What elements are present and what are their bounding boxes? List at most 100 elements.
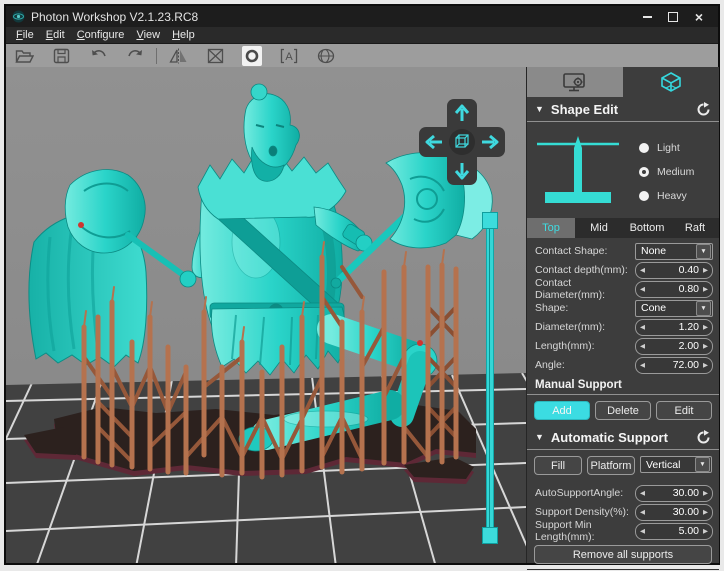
menu-file[interactable]: File (10, 29, 40, 41)
subtab-bottom[interactable]: Bottom (623, 218, 671, 238)
maximize-icon (668, 12, 678, 22)
spinner-decrease-icon[interactable]: ◀ (636, 358, 649, 373)
contact-shape-dropdown[interactable]: None ▼ (635, 243, 713, 260)
redo-icon[interactable] (125, 46, 145, 66)
spinner-decrease-icon[interactable]: ◀ (636, 505, 649, 520)
viewport-3d[interactable] (6, 67, 526, 563)
support-min-length-spinner[interactable]: ◀ 5.00 ▶ (635, 523, 713, 540)
field-label: Shape: (535, 302, 635, 314)
spinner-increase-icon[interactable]: ▶ (699, 358, 712, 373)
scale-icon[interactable] (205, 46, 225, 66)
slider-top-handle[interactable] (482, 212, 498, 229)
shape-dropdown[interactable]: Cone ▼ (635, 300, 713, 317)
refresh-icon[interactable] (696, 430, 711, 445)
divider (527, 449, 719, 450)
minimize-button[interactable] (634, 9, 660, 25)
mirror-icon[interactable] (168, 46, 188, 66)
sphere-view-icon[interactable] (316, 46, 336, 66)
density-option-heavy[interactable]: Heavy (639, 190, 711, 202)
rotate-right-arrow[interactable] (478, 130, 502, 154)
slider-track[interactable] (486, 218, 494, 540)
automatic-support-header[interactable]: ▼ Automatic Support (527, 425, 719, 449)
field-row: AutoSupportAngle: ◀ 30.00 ▶ (535, 484, 713, 502)
spinner-increase-icon[interactable]: ▶ (699, 263, 712, 278)
field-row: Contact Diameter(mm): ◀ 0.80 ▶ (535, 280, 713, 298)
spinner-increase-icon[interactable]: ▶ (699, 320, 712, 335)
spinner-increase-icon[interactable]: ▶ (699, 486, 712, 501)
subtab-mid[interactable]: Mid (575, 218, 623, 238)
open-file-icon[interactable] (14, 46, 34, 66)
menu-edit[interactable]: Edit (40, 29, 71, 41)
angle-spinner[interactable]: ◀ 72.00 ▶ (635, 357, 713, 374)
length-spinner[interactable]: ◀ 2.00 ▶ (635, 338, 713, 355)
field-label: Support Min Length(mm): (535, 519, 635, 543)
close-button[interactable]: × (686, 9, 712, 25)
collapse-triangle-icon[interactable]: ▼ (535, 104, 544, 114)
density-option-light[interactable]: Light (639, 142, 711, 154)
subtab-raft[interactable]: Raft (671, 218, 719, 238)
dropdown-arrow-icon[interactable]: ▼ (696, 244, 711, 259)
collapse-triangle-icon[interactable]: ▼ (535, 432, 544, 442)
spinner-decrease-icon[interactable]: ◀ (636, 320, 649, 335)
diameter-spinner[interactable]: ◀ 1.20 ▶ (635, 319, 713, 336)
support-section-tabs: Top Mid Bottom Raft (527, 218, 719, 238)
spinner-decrease-icon[interactable]: ◀ (636, 524, 649, 539)
auto-support-angle-spinner[interactable]: ◀ 30.00 ▶ (635, 485, 713, 502)
slice-settings-icon (659, 71, 683, 93)
rotate-up-arrow[interactable] (450, 101, 474, 125)
contact-diameter-spinner[interactable]: ◀ 0.80 ▶ (635, 281, 713, 298)
dropdown-arrow-icon[interactable]: ▼ (696, 301, 711, 316)
radio-label: Light (657, 142, 680, 154)
remove-all-supports-button[interactable]: Remove all supports (534, 545, 712, 564)
text-tool-icon[interactable]: A (279, 46, 299, 66)
menu-configure[interactable]: Configure (71, 29, 131, 41)
radio-label: Medium (657, 166, 694, 178)
rotate-left-arrow[interactable] (422, 130, 446, 154)
layer-range-slider (482, 212, 496, 544)
field-label: Contact Shape: (535, 245, 635, 257)
add-support-button[interactable]: Add (534, 401, 590, 420)
tab-slice-settings[interactable] (623, 67, 719, 97)
spinner-increase-icon[interactable]: ▶ (699, 339, 712, 354)
menu-help[interactable]: Help (166, 29, 201, 41)
refresh-icon[interactable] (696, 102, 711, 117)
spinner-increase-icon[interactable]: ▶ (699, 282, 712, 297)
field-row: Contact Shape: None ▼ (535, 242, 713, 260)
fill-button[interactable]: Fill (534, 456, 582, 475)
spinner-decrease-icon[interactable]: ◀ (636, 263, 649, 278)
edit-support-button[interactable]: Edit (656, 401, 712, 420)
platform-button[interactable]: Platform (587, 456, 635, 475)
shape-edit-form: Contact Shape: None ▼ Contact depth(mm):… (527, 238, 719, 375)
spinner-decrease-icon[interactable]: ◀ (636, 282, 649, 297)
delete-support-button[interactable]: Delete (595, 401, 651, 420)
spinner-increase-icon[interactable]: ▶ (699, 524, 712, 539)
dropdown-arrow-icon[interactable]: ▼ (695, 457, 710, 472)
subtab-top[interactable]: Top (527, 218, 575, 238)
render-view-icon[interactable] (242, 46, 262, 66)
support-density-spinner[interactable]: ◀ 30.00 ▶ (635, 504, 713, 521)
save-file-icon[interactable] (51, 46, 71, 66)
remove-supports-row: Remove all supports (527, 541, 719, 569)
rotate-down-arrow[interactable] (450, 159, 474, 183)
shape-edit-header[interactable]: ▼ Shape Edit (527, 97, 719, 121)
maximize-button[interactable] (660, 9, 686, 25)
auto-support-form: AutoSupportAngle: ◀ 30.00 ▶ Support Dens… (527, 480, 719, 541)
direction-dropdown[interactable]: Vertical ▼ (640, 456, 712, 473)
undo-icon[interactable] (88, 46, 108, 66)
spinner-decrease-icon[interactable]: ◀ (636, 339, 649, 354)
field-label: Diameter(mm): (535, 321, 635, 333)
menu-view[interactable]: View (130, 29, 166, 41)
field-label: Angle: (535, 359, 635, 371)
field-label: Contact depth(mm): (535, 264, 635, 276)
density-option-medium[interactable]: Medium (639, 166, 711, 178)
tab-machine-settings[interactable] (527, 67, 623, 97)
manual-support-label: Manual Support (527, 375, 719, 394)
spinner-decrease-icon[interactable]: ◀ (636, 486, 649, 501)
window-title: Photon Workshop V2.1.23.RC8 (31, 10, 198, 24)
spinner-increase-icon[interactable]: ▶ (699, 505, 712, 520)
slider-bottom-handle[interactable] (482, 527, 498, 544)
orientation-cube-icon[interactable] (449, 129, 475, 155)
divider (527, 121, 719, 122)
contact-depth-spinner[interactable]: ◀ 0.40 ▶ (635, 262, 713, 279)
automatic-support-title: Automatic Support (551, 430, 696, 445)
